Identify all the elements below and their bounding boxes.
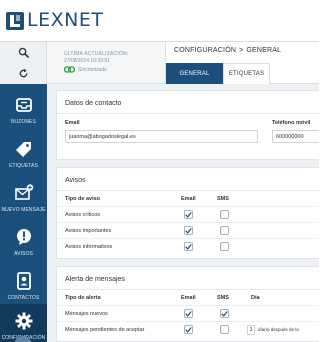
days-suffix-text: día(s) después de la xyxy=(258,327,299,332)
top-bar: LEXNET xyxy=(0,0,319,42)
refresh-icon[interactable] xyxy=(0,63,47,84)
divider xyxy=(57,113,319,114)
checkmark-icon xyxy=(185,326,192,333)
avisos-col-email: Email xyxy=(181,196,196,202)
aviso-row-label: Avisos informativos xyxy=(65,244,113,250)
sync-label: ÚLTIMA ACTUALIZACIÓN: xyxy=(64,51,129,57)
sidebar-tools xyxy=(0,42,47,84)
checkmark-icon xyxy=(185,227,192,234)
email-label: Email xyxy=(65,120,80,126)
days-input[interactable]: 3 xyxy=(247,325,255,335)
tab-bar: GENERAL ETIQUETAS xyxy=(166,63,319,84)
contact-title: Datos de contacto xyxy=(65,100,122,107)
phone-field[interactable]: 600000000 xyxy=(272,130,319,143)
sync-status-panel: ÚLTIMA ACTUALIZACIÓN: 27/08/2014 10:33:5… xyxy=(47,42,166,84)
phone-label: Teléfono móvil xyxy=(272,120,311,126)
tag-icon xyxy=(15,142,31,157)
aviso-sms-checkbox[interactable] xyxy=(220,226,229,235)
alerta-email-checkbox[interactable] xyxy=(184,325,193,334)
checkmark-icon xyxy=(185,310,192,317)
aviso-row: Avisos críticos xyxy=(57,206,319,222)
alerta-card: Alerta de mensajes Tipo de alerta Email … xyxy=(56,266,319,342)
main-content: Datos de contacto Email juanma@abogadosl… xyxy=(47,84,319,342)
sidebar: BUZONES ETIQUETAS NUEVO MENSAJE AVISOS C… xyxy=(0,42,47,342)
alerta-email-checkbox[interactable] xyxy=(184,309,193,318)
sync-status-text: Sincronizado xyxy=(78,66,107,73)
alerta-col-day: Día xyxy=(251,295,260,301)
sidebar-nav: BUZONES ETIQUETAS NUEVO MENSAJE AVISOS C… xyxy=(0,84,47,342)
alerta-row: Mensajes pendientes de aceptar 3 día(s) … xyxy=(57,321,319,337)
avisos-col-type: Tipo de aviso xyxy=(65,196,101,202)
inbox-icon xyxy=(15,98,32,112)
breadcrumb-section[interactable]: CONFIGURACIÓN xyxy=(174,47,236,54)
checkmark-icon xyxy=(185,211,192,218)
sidebar-item-label: AVISOS xyxy=(14,251,33,257)
sidebar-item-label: BUZONES xyxy=(11,119,36,125)
alerta-col-type: Tipo de alerta xyxy=(65,295,101,301)
aviso-row: Avisos informativos xyxy=(57,238,319,254)
avisos-title: Avisos xyxy=(65,177,86,184)
alert-icon xyxy=(16,229,31,245)
sidebar-item-label: ETIQUETAS xyxy=(9,163,38,169)
sync-status: Sincronizado xyxy=(64,66,107,73)
alerta-col-email: Email xyxy=(181,295,196,301)
tab-general[interactable]: GENERAL xyxy=(166,63,223,84)
checkmark-icon xyxy=(185,243,192,250)
app-window: LEXNET BUZONES ETIQUETAS NUEVO MENSAJE A… xyxy=(0,0,319,342)
aviso-email-checkbox[interactable] xyxy=(184,242,193,251)
avisos-col-sms: SMS xyxy=(217,196,229,202)
alerta-sms-checkbox[interactable] xyxy=(220,325,229,334)
search-icon[interactable] xyxy=(0,42,47,63)
breadcrumb: CONFIGURACIÓN > GENERAL xyxy=(174,47,281,54)
aviso-sms-checkbox[interactable] xyxy=(220,210,229,219)
lexnet-logo-icon xyxy=(6,12,24,30)
aviso-sms-checkbox[interactable] xyxy=(220,242,229,251)
alerta-row-label: Mensajes nuevos xyxy=(65,311,108,317)
breadcrumb-separator: > xyxy=(239,47,244,54)
breadcrumb-page: GENERAL xyxy=(246,47,282,54)
contact-card: Datos de contacto Email juanma@abogadosl… xyxy=(56,90,319,160)
aviso-row-label: Avisos críticos xyxy=(65,212,101,218)
tab-etiquetas[interactable]: ETIQUETAS xyxy=(223,63,270,84)
avisos-card: Avisos Tipo de aviso Email SMS Avisos cr… xyxy=(56,167,319,259)
checkmark-icon xyxy=(221,310,228,317)
alerta-row: Mensajes nuevos xyxy=(57,305,319,321)
gear-icon xyxy=(15,312,32,330)
alerta-col-sms: SMS xyxy=(217,295,229,301)
aviso-row-label: Avisos importantes xyxy=(65,228,112,234)
email-field[interactable]: juanma@abogadoslegal.es xyxy=(65,130,258,143)
aviso-row: Avisos importantes xyxy=(57,222,319,238)
alerta-row-label: Mensajes pendientes de aceptar xyxy=(65,327,145,333)
divider xyxy=(57,289,319,290)
contacts-icon xyxy=(16,272,31,290)
sidebar-item-label: CONTACTOS xyxy=(7,295,40,301)
app-name: LEXNET xyxy=(27,9,104,31)
sync-date: 27/08/2014 10:33:51 xyxy=(64,58,110,64)
divider xyxy=(57,190,319,191)
aviso-email-checkbox[interactable] xyxy=(184,226,193,235)
alerta-title: Alerta de mensajes xyxy=(65,276,125,283)
alerta-sms-checkbox[interactable] xyxy=(220,309,229,318)
aviso-email-checkbox[interactable] xyxy=(184,210,193,219)
sidebar-item-label: NUEVO MENSAJE xyxy=(1,207,46,213)
new-message-icon xyxy=(14,184,33,200)
sync-link-icon xyxy=(64,66,75,73)
